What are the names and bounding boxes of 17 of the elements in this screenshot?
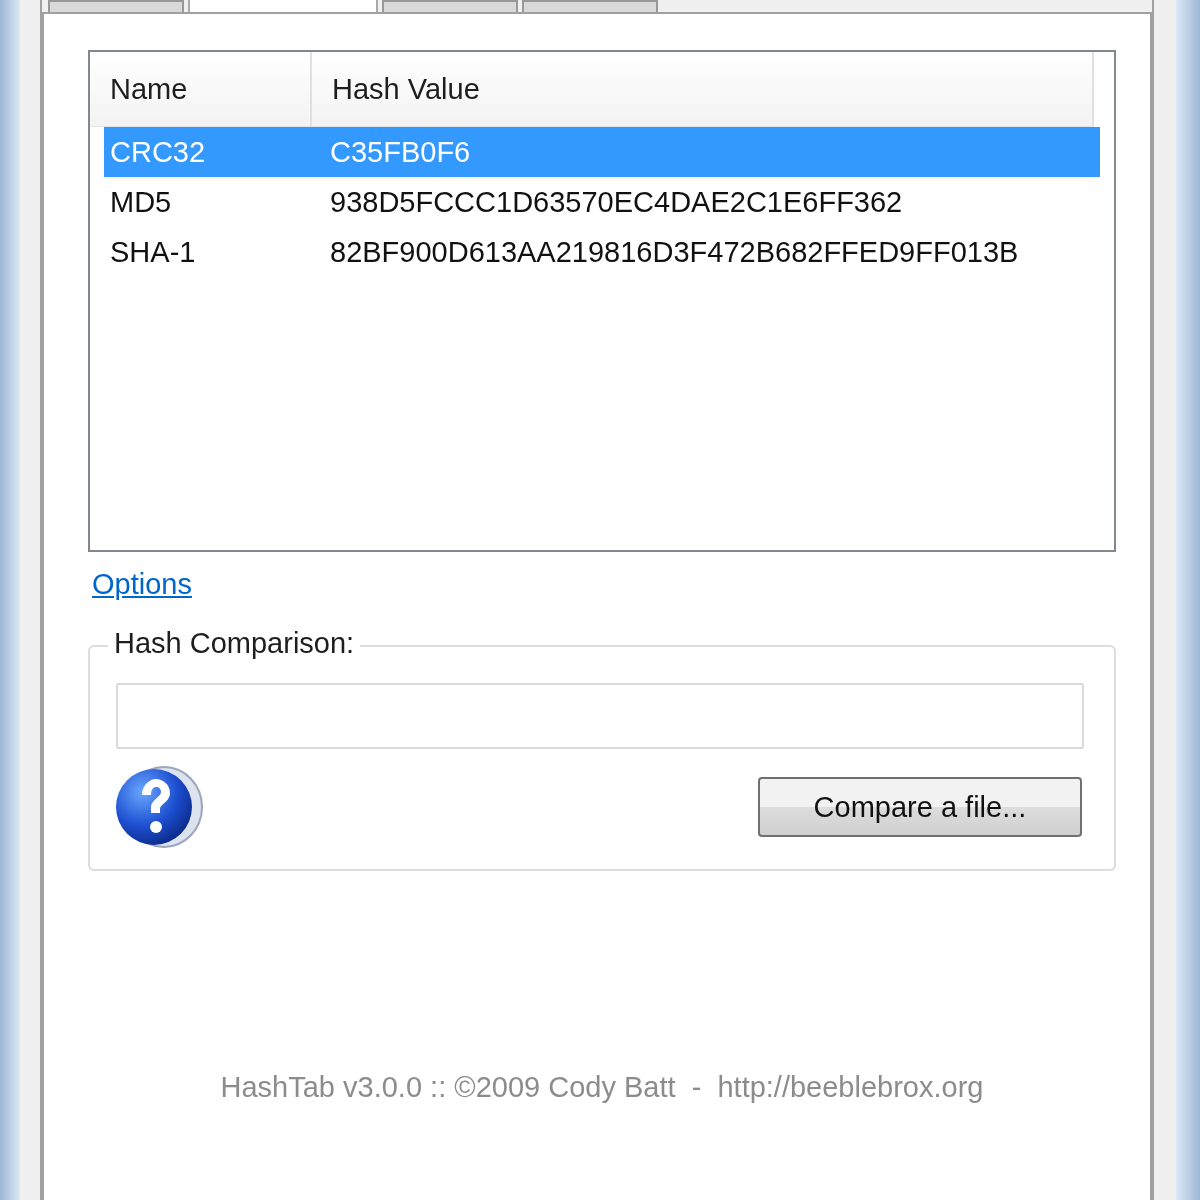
compare-file-button[interactable]: Compare a file...	[758, 777, 1082, 837]
options-link[interactable]: Options	[92, 568, 192, 601]
tab[interactable]	[382, 0, 518, 12]
tab[interactable]	[48, 0, 184, 12]
list-row[interactable]: SHA-1 82BF900D613AA219816D3F472B682FFED9FF013B	[90, 227, 1100, 277]
tab[interactable]	[188, 0, 378, 12]
name-cell-text: SHA-1	[109, 235, 197, 269]
hash-cell-text: C35FB0F6	[329, 135, 471, 169]
footer-text: HashTab v3.0.0 :: ©2009 Cody Batt - http://beeblebrox.org	[219, 1071, 985, 1104]
name-cell-text: MD5	[109, 185, 173, 219]
tab[interactable]	[522, 0, 658, 12]
hash-input-field[interactable]	[116, 683, 1084, 749]
hash-cell-text: 82BF900D613AA219816D3F472B682FFED9FF013B	[329, 235, 1019, 269]
hash-cell-text: 938D5FCCC1D63570EC4DAE2C1E6FF362	[329, 185, 903, 219]
name-cell-text: CRC32	[109, 135, 207, 169]
help-icon[interactable]	[116, 763, 204, 851]
list-row[interactable]: MD5 938D5FCCC1D63570EC4DAE2C1E6FF362	[90, 177, 1100, 227]
